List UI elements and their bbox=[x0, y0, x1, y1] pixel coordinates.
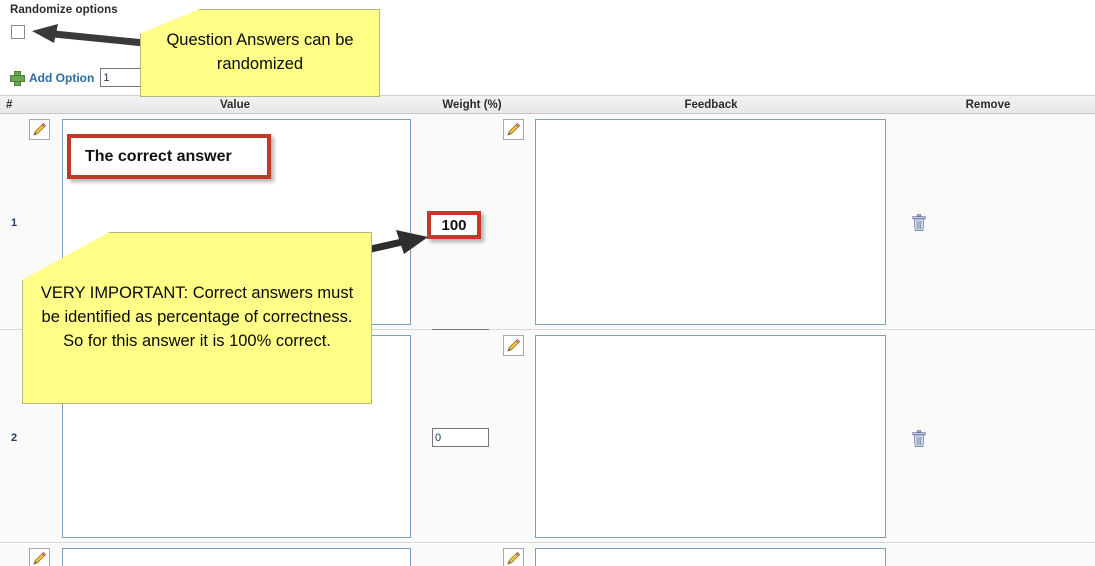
callout-correct-answer: The correct answer bbox=[67, 134, 271, 179]
row-number: 2 bbox=[11, 432, 17, 444]
column-header-value: Value bbox=[60, 96, 410, 115]
row-number: 1 bbox=[11, 217, 17, 229]
note-important: VERY IMPORTANT: Correct answers must be … bbox=[22, 232, 372, 404]
pencil-icon[interactable] bbox=[503, 335, 524, 356]
column-header-remove: Remove bbox=[888, 96, 1088, 115]
pencil-icon[interactable] bbox=[29, 548, 50, 566]
add-option-row: Add Option bbox=[10, 68, 157, 87]
question-options-editor: Randomize options Add Option # Value Wei… bbox=[0, 0, 1095, 566]
column-header-number: # bbox=[6, 96, 28, 115]
feedback-field[interactable] bbox=[535, 548, 886, 566]
column-header-feedback: Feedback bbox=[535, 96, 887, 115]
pencil-icon[interactable] bbox=[503, 548, 524, 566]
arrow-to-checkbox bbox=[30, 22, 150, 52]
column-header-weight: Weight (%) bbox=[412, 96, 532, 115]
callout-weight-value: 100 bbox=[427, 211, 481, 239]
feedback-field[interactable] bbox=[535, 119, 886, 325]
feedback-field[interactable] bbox=[535, 335, 886, 538]
add-option-link[interactable]: Add Option bbox=[29, 71, 94, 85]
note-randomize: Question Answers can be randomized bbox=[140, 9, 380, 97]
trash-icon[interactable] bbox=[911, 214, 927, 232]
trash-icon[interactable] bbox=[911, 430, 927, 448]
randomize-options-checkbox[interactable] bbox=[11, 25, 25, 39]
options-table-header: # Value Weight (%) Feedback Remove bbox=[0, 95, 1095, 114]
randomize-options-label: Randomize options bbox=[10, 4, 118, 16]
table-row bbox=[0, 543, 1095, 566]
pencil-icon[interactable] bbox=[503, 119, 524, 140]
weight-input[interactable] bbox=[432, 428, 489, 447]
plus-icon bbox=[10, 71, 23, 84]
value-field[interactable] bbox=[62, 548, 411, 566]
pencil-icon[interactable] bbox=[29, 119, 50, 140]
